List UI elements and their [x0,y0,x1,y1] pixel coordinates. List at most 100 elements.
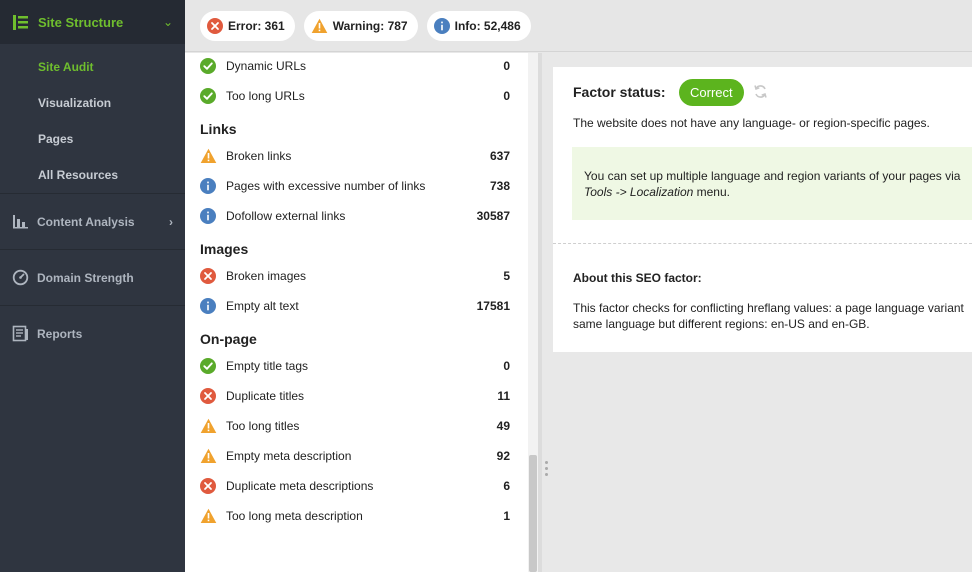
issue-count: 6 [503,479,510,493]
issue-row[interactable]: Dynamic URLs 0 [185,51,528,81]
content-analysis-icon [13,215,28,229]
warning-icon [200,418,217,437]
about-text-line: This factor checks for conflicting hrefl… [573,301,964,315]
issue-row[interactable]: Too long URLs 0 [185,81,528,111]
info-count-label: Info: 52,486 [454,18,521,33]
sidebar-item-pages[interactable]: Pages [0,121,185,157]
site-structure-icon [13,14,28,30]
issue-row[interactable]: Empty title tags 0 [185,351,528,381]
issue-count: 30587 [476,209,510,223]
issue-row[interactable]: Too long titles 49 [185,411,528,441]
scrollbar-thumb[interactable] [529,455,537,572]
error-icon [200,388,216,407]
sidebar-item-site-audit[interactable]: Site Audit [0,49,185,85]
issue-name: Broken images [226,269,307,283]
correct-icon [200,358,216,377]
domain-strength-icon [12,269,29,286]
issue-row[interactable]: Empty meta description 92 [185,441,528,471]
chevron-down-icon: ⌄ [162,15,173,29]
splitter-grip-icon[interactable] [545,461,548,479]
summary-bar: Error: 361 Warning: 787 Info: 52,486 [185,0,972,52]
issue-name: Duplicate titles [226,389,305,403]
menu-suffix: menu. [693,185,730,199]
sidebar-section-site-structure[interactable]: Site Structure ⌄ [0,0,185,44]
reports-icon [12,325,28,342]
info-icon [200,178,216,197]
issue-row[interactable]: Too long meta description 1 [185,501,528,531]
sidebar-subnav: Site Audit Visualization Pages All Resou… [0,44,185,193]
issue-count: 11 [497,389,510,403]
issue-count: 92 [496,449,510,463]
issue-count: 5 [503,269,510,283]
issue-row[interactable]: Duplicate meta descriptions 6 [185,471,528,501]
warning-icon [200,148,217,167]
issue-name: Dofollow external links [226,209,346,223]
issue-count: 738 [489,179,510,193]
warning-icon [200,448,217,467]
sidebar: Site Structure ⌄ Site Audit Visualizatio… [0,0,185,572]
issue-name: Broken links [226,149,292,163]
error-count-label: Error: 361 [228,18,285,33]
sidebar-item-visualization[interactable]: Visualization [0,85,185,121]
menu-path: Tools -> Localization [584,185,694,199]
divider [553,243,972,244]
issue-name: Too long URLs [226,89,305,103]
recommendation-text-menu: Tools -> Localization menu. [584,185,730,199]
factor-status-label: Factor status: [573,84,666,100]
factor-description: The website does not have any language- … [573,116,930,130]
panel-splitter[interactable] [538,53,542,572]
correct-icon [200,88,216,107]
warning-icon [311,18,328,33]
issue-name: Empty alt text [226,299,299,313]
category-heading: On-page [200,331,257,347]
refresh-icon[interactable] [753,84,768,99]
issue-count: 0 [503,59,510,73]
warning-icon [200,508,217,527]
sidebar-section-content-analysis[interactable]: Content Analysis › [0,193,185,249]
error-icon [207,17,223,34]
sidebar-section-label: Reports [37,326,83,341]
error-icon [200,268,216,287]
warning-count-label: Warning: 787 [332,18,408,33]
issue-count: 637 [489,149,510,163]
issue-row[interactable]: Pages with excessive number of links 738 [185,171,528,201]
issue-count: 1 [503,509,510,523]
issue-row[interactable]: Duplicate titles 11 [185,381,528,411]
category-heading: Images [200,241,249,257]
sidebar-section-label: Domain Strength [37,270,134,285]
about-heading: About this SEO factor: [573,271,702,285]
issue-row[interactable]: Broken images 5 [185,261,528,291]
warning-filter-button[interactable]: Warning: 787 [303,10,418,41]
issue-count: 49 [496,419,510,433]
status-badge: Correct [679,79,744,106]
category-heading: Links [200,121,237,137]
about-text-line: same language but different regions: en-… [573,317,870,331]
issue-row[interactable]: Broken links 637 [185,141,528,171]
error-filter-button[interactable]: Error: 361 [200,10,295,41]
issue-row[interactable]: Dofollow external links 30587 [185,201,528,231]
info-filter-button[interactable]: Info: 52,486 [426,10,531,41]
info-icon [433,17,450,34]
issue-count: 0 [503,359,510,373]
issue-name: Dynamic URLs [226,59,307,73]
factor-detail-panel: Factor status: Correct The website does … [553,67,972,352]
correct-icon [200,58,216,77]
issues-list: Dynamic URLs 0 Too long URLs 0 Links Broken l… [185,53,528,572]
issue-count: 17581 [476,299,510,313]
chevron-right-icon: › [169,214,173,229]
issue-name: Empty title tags [226,359,309,373]
info-icon [200,208,216,227]
sidebar-section-reports[interactable]: Reports [0,305,185,361]
sidebar-section-label: Site Structure [38,14,124,30]
issue-name: Duplicate meta descriptions [226,479,374,493]
issue-name: Pages with excessive number of links [226,179,426,193]
issue-count: 0 [503,89,510,103]
issue-name: Too long meta description [226,509,363,523]
issue-name: Too long titles [226,419,300,433]
sidebar-item-all-resources[interactable]: All Resources [0,157,185,193]
issue-row[interactable]: Empty alt text 17581 [185,291,528,321]
recommendation-text: You can set up multiple language and reg… [584,169,961,183]
info-icon [200,298,216,317]
sidebar-section-domain-strength[interactable]: Domain Strength [0,249,185,305]
error-icon [200,478,216,497]
